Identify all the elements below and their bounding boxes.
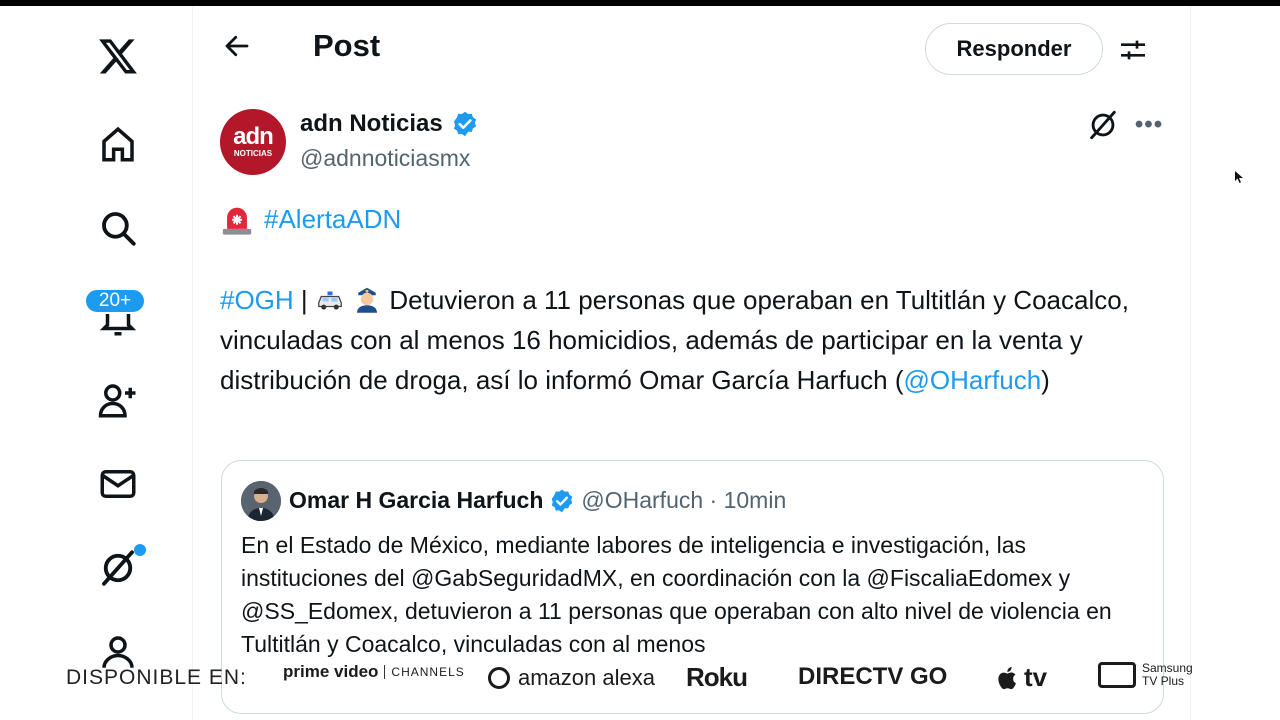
- samsung-tv-plus-logo: Samsung TV Plus: [1098, 662, 1193, 688]
- hashtag-alerta-adn[interactable]: #AlertaADN: [264, 204, 401, 235]
- roku-logo: Roku: [686, 662, 748, 693]
- tv-box-icon: [1098, 662, 1136, 688]
- post-body-end: ): [1041, 365, 1050, 395]
- roku-text: Roku: [686, 662, 748, 692]
- x-logo-icon[interactable]: [94, 32, 142, 80]
- follow-person-icon[interactable]: [94, 376, 142, 424]
- search-icon[interactable]: [94, 204, 142, 252]
- directv-go-logo: DIRECTV GO: [798, 663, 947, 691]
- post-header: Post Responder: [193, 6, 1190, 94]
- quoted-author-avatar[interactable]: [241, 481, 281, 521]
- quoted-handle-time: @OHarfuch · 10min: [581, 487, 787, 513]
- more-options-icon[interactable]: •••: [1132, 108, 1166, 142]
- separator-bar: |: [300, 285, 315, 315]
- ticker-label: DISPONIBLE EN:: [66, 666, 247, 689]
- page-title: Post: [313, 28, 381, 63]
- quoted-post-text: En el Estado de México, mediante labores…: [241, 532, 1112, 657]
- quoted-author-row: Omar H Garcia Harfuch @OHarfuch · 10min: [289, 487, 786, 514]
- home-icon[interactable]: [94, 120, 142, 168]
- author-name[interactable]: adn Noticias: [300, 110, 443, 138]
- police-car-emoji-icon: [318, 291, 342, 310]
- avatar-logo-text: adn: [233, 123, 274, 150]
- amazon-alexa-logo: amazon alexa: [488, 665, 655, 691]
- alexa-text: amazon alexa: [518, 665, 655, 690]
- samsung-line2: TV Plus: [1142, 674, 1185, 688]
- police-officer-emoji-icon: [357, 287, 378, 313]
- channels-text: CHANNELS: [384, 665, 464, 679]
- sliders-settings-icon[interactable]: [1113, 30, 1153, 70]
- grok-explain-icon[interactable]: [1086, 108, 1120, 142]
- mention-oharfuch[interactable]: @OHarfuch: [904, 365, 1042, 395]
- hashtag-ogh[interactable]: #OGH: [220, 285, 294, 315]
- mouse-cursor-icon: [1235, 171, 1243, 183]
- author-name-row[interactable]: adn Noticias: [300, 110, 479, 138]
- column-divider-left: [192, 6, 193, 720]
- author-handle[interactable]: @adnnoticiasmx: [300, 145, 470, 172]
- prime-video-text: prime video: [283, 662, 379, 681]
- post-body-text: #OGH | Detuvieron a 11 personas que oper…: [220, 280, 1165, 400]
- directv-text: DIRECTV GO: [798, 663, 948, 690]
- left-nav: 20+: [0, 6, 192, 720]
- back-arrow-icon[interactable]: [219, 28, 255, 64]
- alert-line: #AlertaADN: [220, 202, 401, 236]
- availability-ticker: DISPONIBLE EN: prime video CHANNELS amaz…: [0, 654, 1280, 700]
- notifications-badge: 20+: [84, 288, 146, 314]
- siren-emoji-icon: [222, 207, 252, 235]
- reply-button[interactable]: Responder: [925, 23, 1103, 75]
- prime-video-channels-logo: prime video CHANNELS: [283, 662, 465, 682]
- messages-mail-icon[interactable]: [94, 460, 142, 508]
- avatar-logo-subtext: NOTICIAS: [233, 149, 273, 158]
- author-avatar[interactable]: adn NOTICIAS: [220, 109, 286, 175]
- grok-notification-dot: [134, 544, 146, 556]
- alexa-ring-icon: [488, 667, 510, 689]
- apple-icon: [998, 666, 1016, 689]
- quoted-verified-badge-icon: [549, 488, 575, 514]
- apple-tv-text: tv: [1024, 662, 1048, 692]
- verified-badge-icon: [451, 110, 479, 138]
- quoted-author-name[interactable]: Omar H Garcia Harfuch: [289, 487, 543, 514]
- column-divider-right: [1190, 6, 1191, 720]
- apple-tv-logo: tv: [998, 662, 1047, 693]
